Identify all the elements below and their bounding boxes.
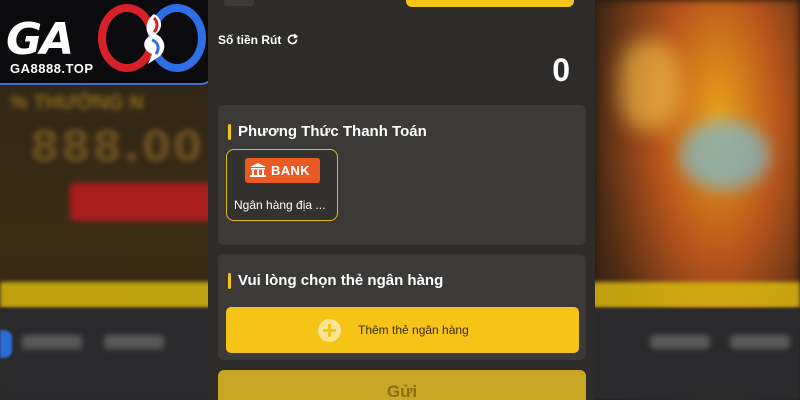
background-promo-amount: 888.00 bbox=[30, 122, 205, 171]
bank-badge-text: BANK bbox=[271, 163, 310, 178]
background-art-highlight bbox=[620, 40, 680, 130]
background-fish-art bbox=[680, 120, 770, 190]
payment-method-title: Phương Thức Thanh Toán bbox=[228, 123, 427, 140]
withdraw-amount-label: Số tiền Rút bbox=[218, 33, 282, 47]
withdraw-amount-value: 0 bbox=[552, 52, 570, 88]
background-promo-small: % THƯỞNG N bbox=[10, 92, 144, 114]
top-action-button[interactable] bbox=[406, 0, 574, 7]
logo-url: GA8888.TOP bbox=[10, 61, 94, 76]
bank-card-title: Vui lòng chọn thẻ ngân hàng bbox=[228, 272, 443, 289]
background-nav-item bbox=[22, 335, 82, 349]
background-nav-item bbox=[650, 335, 710, 349]
background-nav-item bbox=[730, 335, 790, 349]
logo-wordmark: GA bbox=[6, 14, 74, 65]
payment-option-label: Ngân hàng địa ... bbox=[234, 198, 326, 212]
payment-method-card: Phương Thức Thanh Toán BANK Ngân hàng đị… bbox=[218, 105, 586, 245]
submit-button-label: Gửi bbox=[386, 382, 418, 400]
add-bank-card-button[interactable]: Thêm thẻ ngân hàng bbox=[226, 307, 579, 353]
site-logo[interactable]: GA GA8888.TOP bbox=[0, 0, 215, 85]
background-nav-item bbox=[104, 335, 164, 349]
background-red-button bbox=[70, 183, 220, 221]
top-tab-edge bbox=[224, 0, 254, 6]
rooster-icon bbox=[144, 14, 165, 64]
refresh-icon[interactable] bbox=[286, 33, 299, 46]
add-bank-card-label: Thêm thẻ ngân hàng bbox=[358, 323, 469, 337]
bank-building-icon bbox=[250, 163, 266, 177]
bank-card-section: Vui lòng chọn thẻ ngân hàng Thêm thẻ ngâ… bbox=[218, 254, 586, 360]
logo-88-emblem bbox=[98, 4, 210, 74]
background-side-tab bbox=[0, 330, 12, 358]
plus-circle-icon bbox=[318, 319, 341, 342]
bank-badge: BANK bbox=[245, 158, 320, 183]
payment-option-bank[interactable]: BANK Ngân hàng địa ... bbox=[226, 149, 338, 221]
submit-button[interactable]: Gửi bbox=[218, 370, 586, 400]
